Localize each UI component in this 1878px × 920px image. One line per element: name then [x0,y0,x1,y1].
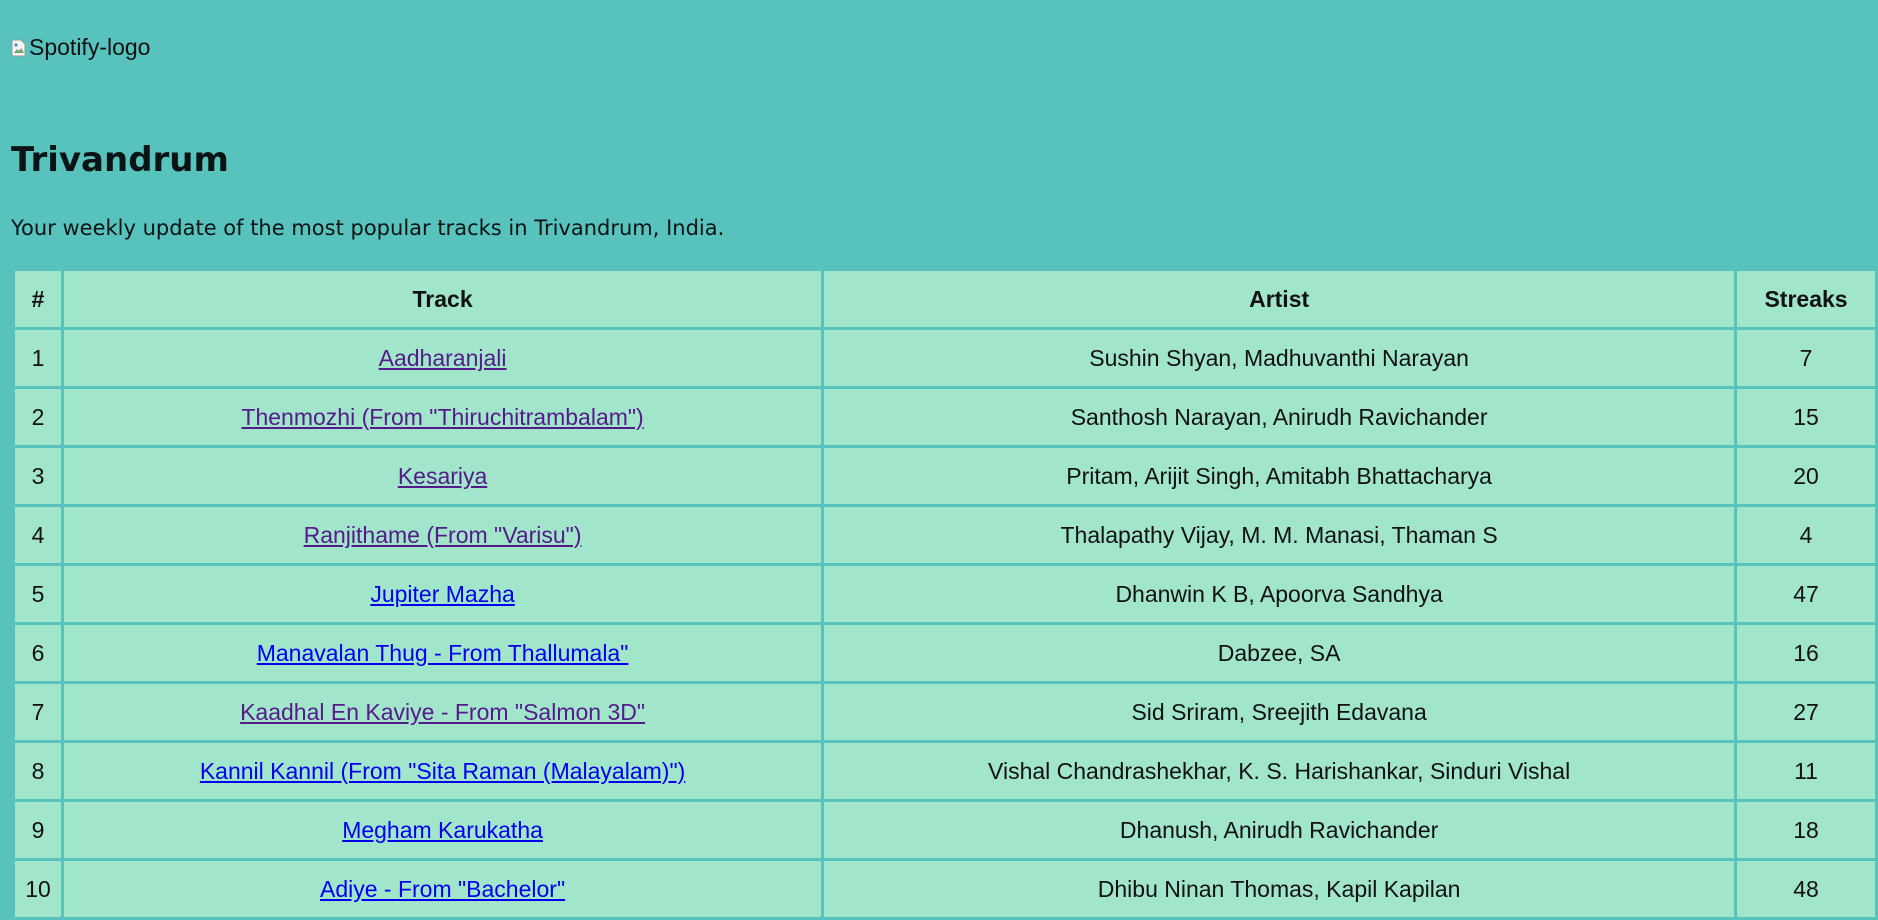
track-cell: Aadharanjali [63,330,822,386]
page-subtitle: Your weekly update of the most popular t… [11,216,725,240]
streaks-cell: 11 [1737,743,1875,799]
track-cell: Adiye - From "Bachelor" [63,861,822,917]
rank-cell: 2 [15,389,61,445]
artist-cell: Dhibu Ninan Thomas, Kapil Kapilan [824,861,1735,917]
table-row: 3 Kesariya Pritam, Arijit Singh, Amitabh B… [15,448,1875,504]
tracks-table: # Track Artist Streaks 1 Aadharanjali Sush… [12,268,1878,920]
streaks-cell: 27 [1737,684,1875,740]
table-row: 1 Aadharanjali Sushin Shyan, Madhuvanthi N… [15,330,1875,386]
page-title: Trivandrum [11,140,229,180]
artist-cell: Santhosh Narayan, Anirudh Ravichander [824,389,1735,445]
track-link[interactable]: Megham Karukatha [342,817,543,843]
track-link[interactable]: Kannil Kannil (From "Sita Raman (Malayal… [200,758,685,784]
logo-alt-text: Spotify-logo [29,34,151,60]
table-row: 10 Adiye - From "Bachelor" Dhibu Ninan Tho… [15,861,1875,917]
track-link[interactable]: Adiye - From "Bachelor" [320,876,565,902]
streaks-cell: 18 [1737,802,1875,858]
broken-image-icon [11,39,27,57]
track-cell: Kaadhal En Kaviye - From "Salmon 3D" [63,684,822,740]
track-link[interactable]: Ranjithame (From "Varisu") [304,522,582,548]
streaks-cell: 47 [1737,566,1875,622]
rank-cell: 7 [15,684,61,740]
table-row: 2 Thenmozhi (From "Thiruchitrambalam") San… [15,389,1875,445]
table-header-row: # Track Artist Streaks [15,271,1875,327]
streaks-cell: 7 [1737,330,1875,386]
track-link[interactable]: Manavalan Thug - From Thallumala" [257,640,629,666]
column-header-rank: # [15,271,61,327]
artist-cell: Thalapathy Vijay, M. M. Manasi, Thaman S [824,507,1735,563]
rank-cell: 4 [15,507,61,563]
track-cell: Kannil Kannil (From "Sita Raman (Malayal… [63,743,822,799]
streaks-cell: 4 [1737,507,1875,563]
table-row: 4 Ranjithame (From "Varisu") Thalapathy Vi… [15,507,1875,563]
track-cell: Jupiter Mazha [63,566,822,622]
rank-cell: 10 [15,861,61,917]
rank-cell: 8 [15,743,61,799]
streaks-cell: 20 [1737,448,1875,504]
rank-cell: 3 [15,448,61,504]
rank-cell: 5 [15,566,61,622]
artist-cell: Dabzee, SA [824,625,1735,681]
track-cell: Manavalan Thug - From Thallumala" [63,625,822,681]
artist-cell: Sushin Shyan, Madhuvanthi Narayan [824,330,1735,386]
rank-cell: 6 [15,625,61,681]
track-cell: Kesariya [63,448,822,504]
artist-cell: Vishal Chandrashekhar, K. S. Harishankar… [824,743,1735,799]
streaks-cell: 48 [1737,861,1875,917]
table-row: 5 Jupiter Mazha Dhanwin K B, Apoorva Sandh… [15,566,1875,622]
track-link[interactable]: Thenmozhi (From "Thiruchitrambalam") [241,404,643,430]
track-cell: Thenmozhi (From "Thiruchitrambalam") [63,389,822,445]
table-row: 9 Megham Karukatha Dhanush, Anirudh Ravich… [15,802,1875,858]
track-link[interactable]: Aadharanjali [379,345,507,371]
spotify-logo: Spotify-logo [11,34,150,61]
table-row: 7 Kaadhal En Kaviye - From "Salmon 3D" Sid… [15,684,1875,740]
table-row: 6 Manavalan Thug - From Thallumala" Dabzee… [15,625,1875,681]
artist-cell: Pritam, Arijit Singh, Amitabh Bhattachar… [824,448,1735,504]
artist-cell: Dhanwin K B, Apoorva Sandhya [824,566,1735,622]
column-header-artist: Artist [824,271,1735,327]
track-cell: Ranjithame (From "Varisu") [63,507,822,563]
table-row: 8 Kannil Kannil (From "Sita Raman (Malaya… [15,743,1875,799]
track-link[interactable]: Kesariya [398,463,487,489]
artist-cell: Dhanush, Anirudh Ravichander [824,802,1735,858]
tracks-table-container: # Track Artist Streaks 1 Aadharanjali Sush… [12,268,1878,920]
track-link[interactable]: Kaadhal En Kaviye - From "Salmon 3D" [240,699,645,725]
streaks-cell: 15 [1737,389,1875,445]
artist-cell: Sid Sriram, Sreejith Edavana [824,684,1735,740]
column-header-streaks: Streaks [1737,271,1875,327]
streaks-cell: 16 [1737,625,1875,681]
column-header-track: Track [63,271,822,327]
track-link[interactable]: Jupiter Mazha [370,581,514,607]
track-cell: Megham Karukatha [63,802,822,858]
rank-cell: 9 [15,802,61,858]
rank-cell: 1 [15,330,61,386]
